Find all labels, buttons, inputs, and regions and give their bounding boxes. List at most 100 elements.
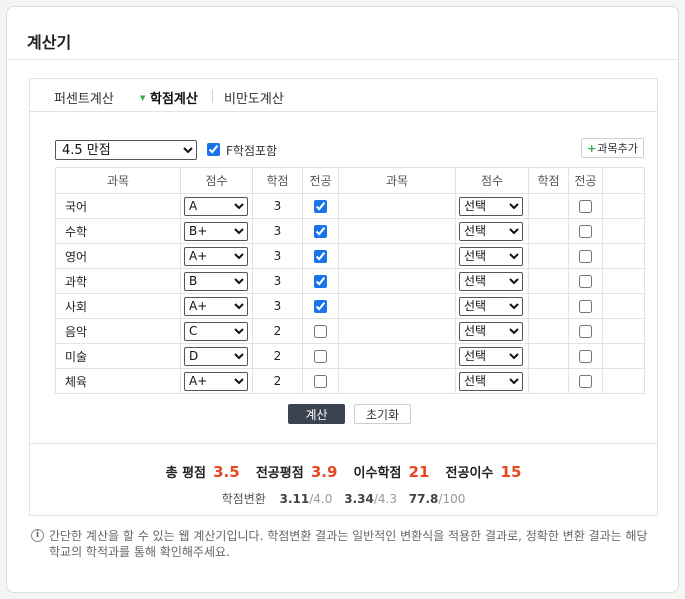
grade-select-right[interactable]: 선택A+AB+BC+CD+DF (459, 346, 523, 366)
calculator-card: 계산기 퍼센트계산 ▼ 학점계산 비만도계산 4.5 만점4.3 만점4.0 만… (6, 6, 679, 593)
plus-icon: + (587, 141, 597, 155)
col-header-major-right: 전공 (568, 167, 603, 194)
major-checkbox[interactable] (314, 275, 327, 288)
major-cell-right (568, 293, 603, 319)
subject-cell[interactable]: 과학 (55, 268, 181, 294)
major-checkbox[interactable] (314, 225, 327, 238)
major-credits-value: 15 (500, 463, 522, 481)
grade-select[interactable]: 선택A+AB+BC+CD+DF (184, 371, 248, 391)
grade-select[interactable]: 선택A+AB+BC+CD+DF (184, 296, 248, 316)
subject-cell-right[interactable] (338, 318, 456, 344)
table-row: 과학선택A+AB+BC+CD+DF3선택A+AB+BC+CD+DF (55, 268, 645, 294)
credit-cell[interactable]: 2 (252, 343, 303, 369)
grade-select-right[interactable]: 선택A+AB+BC+CD+DF (459, 296, 523, 316)
conversion-max-4-3: /4.3 (373, 492, 397, 506)
subject-cell-right[interactable] (338, 293, 456, 319)
subject-cell-right[interactable] (338, 343, 456, 369)
tab-grade[interactable]: 학점계산 (150, 88, 198, 107)
total-gpa-value: 3.5 (213, 463, 240, 481)
col-header-credit: 학점 (252, 167, 303, 194)
credits-label: 이수학점 (353, 466, 402, 481)
grade-select[interactable]: 선택A+AB+BC+CD+DF (184, 346, 248, 366)
grade-select-right[interactable]: 선택A+AB+BC+CD+DF (459, 246, 523, 266)
info-icon: i (31, 529, 44, 542)
credit-cell[interactable]: 2 (252, 368, 303, 394)
grade-select-right[interactable]: 선택A+AB+BC+CD+DF (459, 196, 523, 216)
subject-cell-right[interactable] (338, 268, 456, 294)
major-checkbox[interactable] (314, 350, 327, 363)
score-cell: 선택A+AB+BC+CD+DF (180, 368, 253, 394)
major-cell (302, 343, 339, 369)
subject-cell-right[interactable] (338, 243, 456, 269)
score-cell: 선택A+AB+BC+CD+DF (180, 318, 253, 344)
major-cell (302, 293, 339, 319)
score-cell: 선택A+AB+BC+CD+DF (180, 343, 253, 369)
active-tab-marker-icon: ▼ (140, 94, 146, 102)
subject-cell[interactable]: 사회 (55, 293, 181, 319)
subject-cell[interactable]: 미술 (55, 343, 181, 369)
scale-select[interactable]: 4.5 만점4.3 만점4.0 만점 (55, 140, 197, 160)
grade-select[interactable]: 선택A+AB+BC+CD+DF (184, 321, 248, 341)
subject-cell-right[interactable] (338, 368, 456, 394)
major-checkbox-right[interactable] (579, 275, 592, 288)
grade-select-right[interactable]: 선택A+AB+BC+CD+DF (459, 221, 523, 241)
credit-cell[interactable]: 3 (252, 218, 303, 244)
subject-cell[interactable]: 음악 (55, 318, 181, 344)
major-checkbox-right[interactable] (579, 250, 592, 263)
subject-cell-right[interactable] (338, 193, 456, 219)
major-checkbox-right[interactable] (579, 200, 592, 213)
major-checkbox-right[interactable] (579, 325, 592, 338)
credit-cell[interactable]: 3 (252, 268, 303, 294)
tab-bmi[interactable]: 비만도계산 (224, 88, 284, 107)
major-checkbox[interactable] (314, 200, 327, 213)
major-checkbox[interactable] (314, 300, 327, 313)
credit-cell-right[interactable] (528, 243, 569, 269)
tab-percent[interactable]: 퍼센트계산 (54, 88, 114, 107)
major-checkbox-right[interactable] (579, 225, 592, 238)
extra-cell (602, 293, 645, 319)
score-cell: 선택A+AB+BC+CD+DF (180, 193, 253, 219)
major-checkbox[interactable] (314, 250, 327, 263)
subject-cell[interactable]: 체육 (55, 368, 181, 394)
subject-cell[interactable]: 국어 (55, 193, 181, 219)
score-cell: 선택A+AB+BC+CD+DF (180, 218, 253, 244)
major-cell-right (568, 193, 603, 219)
extra-cell (602, 218, 645, 244)
extra-cell (602, 193, 645, 219)
credit-cell[interactable]: 3 (252, 243, 303, 269)
major-checkbox[interactable] (314, 325, 327, 338)
grade-select[interactable]: 선택A+AB+BC+CD+DF (184, 221, 248, 241)
credit-cell-right[interactable] (528, 218, 569, 244)
grade-select-right[interactable]: 선택A+AB+BC+CD+DF (459, 271, 523, 291)
grade-select-right[interactable]: 선택A+AB+BC+CD+DF (459, 371, 523, 391)
subject-cell[interactable]: 영어 (55, 243, 181, 269)
grade-select[interactable]: 선택A+AB+BC+CD+DF (184, 271, 248, 291)
credit-cell[interactable]: 3 (252, 293, 303, 319)
major-checkbox-right[interactable] (579, 350, 592, 363)
add-subject-label: 과목추가 (597, 142, 638, 155)
table-row: 수학선택A+AB+BC+CD+DF3선택A+AB+BC+CD+DF (55, 218, 645, 244)
major-checkbox[interactable] (314, 375, 327, 388)
grade-select-right[interactable]: 선택A+AB+BC+CD+DF (459, 321, 523, 341)
reset-button[interactable]: 초기화 (354, 404, 411, 424)
credit-cell-right[interactable] (528, 368, 569, 394)
grade-select[interactable]: 선택A+AB+BC+CD+DF (184, 196, 248, 216)
credit-cell-right[interactable] (528, 193, 569, 219)
credit-cell-right[interactable] (528, 293, 569, 319)
add-subject-button[interactable]: + 과목추가 (581, 138, 644, 158)
credit-cell[interactable]: 3 (252, 193, 303, 219)
credit-cell-right[interactable] (528, 268, 569, 294)
credit-cell-right[interactable] (528, 343, 569, 369)
major-checkbox-right[interactable] (579, 300, 592, 313)
subject-cell-right[interactable] (338, 218, 456, 244)
grade-select[interactable]: 선택A+AB+BC+CD+DF (184, 246, 248, 266)
conversion-value-4-0: 3.11 (279, 492, 310, 506)
major-checkbox-right[interactable] (579, 375, 592, 388)
major-cell-right (568, 343, 603, 369)
credit-cell-right[interactable] (528, 318, 569, 344)
f-include-checkbox[interactable] (207, 143, 220, 156)
credit-cell[interactable]: 2 (252, 318, 303, 344)
score-cell-right: 선택A+AB+BC+CD+DF (455, 318, 529, 344)
calculate-button[interactable]: 계산 (288, 404, 345, 424)
subject-cell[interactable]: 수학 (55, 218, 181, 244)
